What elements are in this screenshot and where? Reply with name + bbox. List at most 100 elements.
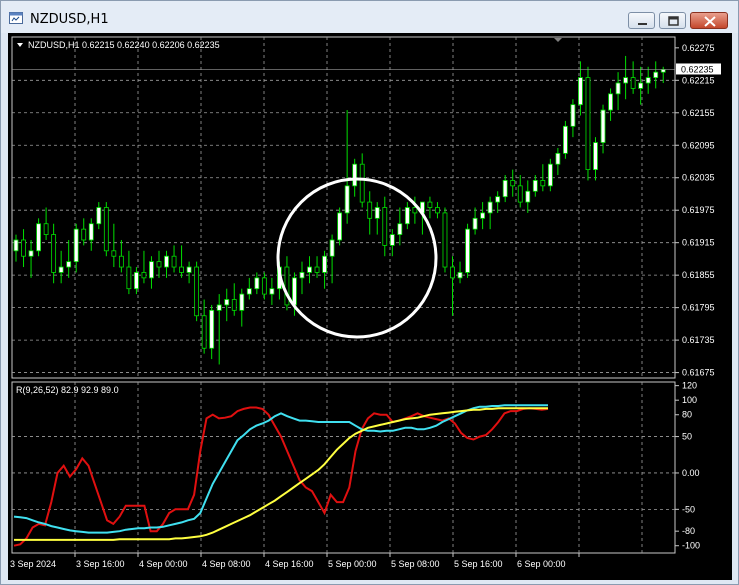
candle-body xyxy=(593,142,598,171)
candle-body xyxy=(487,201,493,214)
candle-body xyxy=(585,77,591,171)
candle-body xyxy=(246,288,252,295)
candle-body xyxy=(216,304,222,311)
candle-body xyxy=(299,272,305,279)
candle-body xyxy=(134,272,139,290)
shift-marker xyxy=(554,38,562,42)
candle-body xyxy=(13,239,19,252)
candle-body xyxy=(502,180,508,198)
candle-body xyxy=(359,163,365,203)
candle-body xyxy=(201,315,207,349)
candle-body xyxy=(322,255,327,273)
candle-body xyxy=(156,261,162,268)
close-icon xyxy=(704,16,716,27)
candle-body xyxy=(623,77,629,84)
candle-body xyxy=(186,266,192,273)
indicator-axis-label: 100 xyxy=(682,395,697,405)
close-button[interactable] xyxy=(690,12,728,29)
candle-body xyxy=(540,180,546,187)
candle-body xyxy=(73,228,79,263)
price-axis-label: 0.61915 xyxy=(682,238,715,248)
time-axis-label: 5 Sep 00:00 xyxy=(328,559,377,569)
candle-body xyxy=(562,125,568,154)
candle-body xyxy=(118,255,124,268)
price-axis-label: 0.61855 xyxy=(682,270,715,280)
price-axis-label: 0.61675 xyxy=(682,368,715,378)
candle-body xyxy=(412,207,418,214)
candle-body xyxy=(88,223,94,241)
minimize-icon xyxy=(638,23,647,25)
price-axis-label: 0.61975 xyxy=(682,205,715,215)
time-axis-label: 6 Sep 00:00 xyxy=(517,559,566,569)
candle-body xyxy=(645,77,651,84)
indicator-axis-label: 50 xyxy=(682,432,692,442)
time-axis-label: 5 Sep 08:00 xyxy=(391,559,440,569)
candle-body xyxy=(209,309,215,349)
candle-body xyxy=(465,228,470,273)
price-axis-label: 0.62275 xyxy=(682,43,715,53)
candle-body xyxy=(630,77,636,89)
candle-body xyxy=(517,185,523,203)
price-chart[interactable]: 0.62275 0.62215 0.62155 0.62095 0.62035 0.619… xyxy=(8,33,732,580)
time-axis-label: 4 Sep 08:00 xyxy=(202,559,251,569)
indicator-red-line xyxy=(13,406,549,547)
time-axis-label: 3 Sep 16:00 xyxy=(76,559,125,569)
indicator-axis-label: -50 xyxy=(682,504,695,514)
candle-body xyxy=(292,277,297,306)
candle-body xyxy=(337,212,343,241)
window-title: NZDUSD,H1 xyxy=(30,12,109,27)
candle-body xyxy=(81,228,87,241)
restore-icon xyxy=(668,16,679,26)
candle-body xyxy=(307,266,312,273)
candle-body xyxy=(427,201,433,208)
candle-body xyxy=(111,250,117,257)
candle-body xyxy=(51,234,57,273)
candle-body xyxy=(442,212,448,268)
indicator-panel-frame xyxy=(11,381,676,554)
candle-body xyxy=(547,163,553,187)
candle-body xyxy=(231,299,237,311)
candle-body xyxy=(224,299,230,306)
time-axis-label: 4 Sep 00:00 xyxy=(139,559,188,569)
indicator-axis-label: 80 xyxy=(682,410,692,420)
candle-body xyxy=(615,82,621,95)
highlight-circle xyxy=(276,177,438,339)
candle-body xyxy=(600,109,606,143)
title-bar[interactable]: NZDUSD,H1 xyxy=(1,1,738,33)
candle-body xyxy=(141,272,147,279)
price-axis-label: 0.62035 xyxy=(682,173,715,183)
candle-body xyxy=(269,288,275,295)
main-panel-frame xyxy=(11,36,676,379)
candle-body xyxy=(164,255,169,268)
minimize-button[interactable] xyxy=(628,12,655,29)
candle-body xyxy=(96,207,102,225)
candle-body xyxy=(254,277,260,290)
chart-window: NZDUSD,H1 0.62275 0.62215 0.62155 0.62095 0.… xyxy=(0,0,739,585)
maximize-button[interactable] xyxy=(659,12,686,29)
time-axis-label: 3 Sep 2024 xyxy=(10,559,56,569)
candle-body xyxy=(495,196,501,203)
candle-body xyxy=(367,201,373,219)
candle-body xyxy=(404,207,410,225)
indicator-axis-label: 120 xyxy=(682,381,697,391)
candle-body xyxy=(43,223,49,235)
chart-header: NZDUSD,H1 0.62215 0.62240 0.62206 0.6223… xyxy=(28,40,220,50)
candle-body xyxy=(329,239,335,257)
candle-body xyxy=(397,223,403,235)
candle-body xyxy=(314,266,320,273)
indicator-cyan-line xyxy=(13,404,548,534)
candle-body xyxy=(126,266,132,290)
candle-body xyxy=(179,266,184,273)
candle-body xyxy=(457,272,463,279)
candle-body xyxy=(525,190,531,203)
candle-body xyxy=(532,180,538,192)
price-axis-label: 0.61735 xyxy=(682,335,715,345)
candle-body xyxy=(261,277,267,295)
indicator-yellow-line xyxy=(14,407,548,541)
indicator-header: R(9,26,52) 82.9 92.9 89.0 xyxy=(16,385,119,395)
candle-body xyxy=(435,207,440,214)
chart-area[interactable]: 0.62275 0.62215 0.62155 0.62095 0.62035 0.619… xyxy=(8,33,732,580)
candle-body xyxy=(382,207,388,246)
candle-body xyxy=(239,293,245,311)
current-price-label: 0.62235 xyxy=(681,64,714,74)
